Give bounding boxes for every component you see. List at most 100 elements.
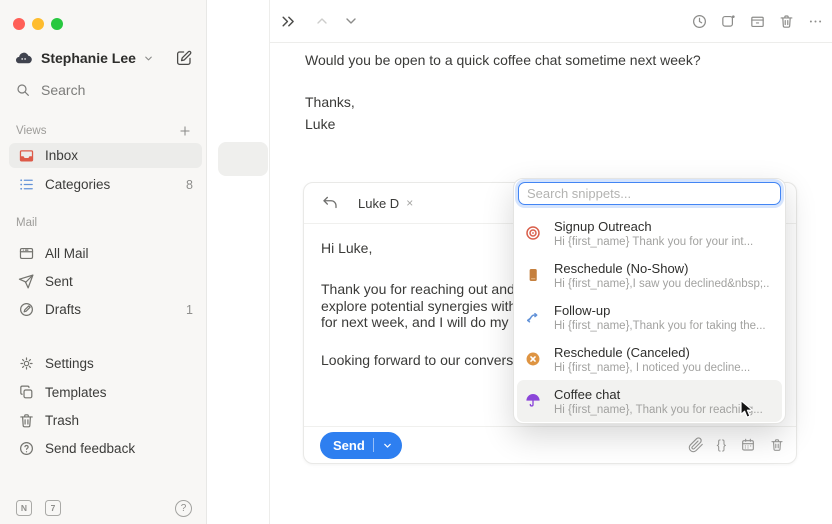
sidebar-item-label: All Mail bbox=[45, 246, 89, 261]
email-body-line: Thanks, bbox=[305, 94, 701, 110]
close-window-button[interactable] bbox=[13, 18, 25, 30]
sidebar-item-drafts[interactable]: Drafts 1 bbox=[9, 297, 202, 322]
snippet-subtitle: Hi {first_name} Thank you for your int..… bbox=[554, 236, 753, 248]
categories-icon bbox=[18, 176, 35, 193]
zoom-window-button[interactable] bbox=[51, 18, 63, 30]
notebook-icon bbox=[524, 266, 542, 284]
archive-icon[interactable] bbox=[749, 13, 766, 30]
search-button[interactable]: Search bbox=[15, 82, 85, 98]
target-icon bbox=[524, 224, 542, 242]
sidebar-item-label: Settings bbox=[45, 356, 94, 371]
snippet-title: Coffee chat bbox=[554, 387, 763, 402]
compose-icon[interactable] bbox=[175, 49, 193, 67]
add-view-plus-icon[interactable] bbox=[178, 124, 192, 138]
calendar-icon[interactable] bbox=[740, 437, 756, 453]
sidebar-item-label: Sent bbox=[45, 274, 73, 289]
snippet-subtitle: Hi {first_name},I saw you declined&nbsp;… bbox=[554, 278, 769, 290]
minimize-window-button[interactable] bbox=[32, 18, 44, 30]
views-section-header: Views bbox=[16, 124, 192, 138]
sidebar-item-label: Send feedback bbox=[45, 441, 135, 456]
swap-arrows-icon bbox=[524, 308, 542, 326]
sidebar: Stephanie Lee Search Views Inbox bbox=[0, 0, 207, 524]
categories-count: 8 bbox=[186, 178, 193, 192]
help-circle-icon[interactable]: ? bbox=[175, 500, 192, 517]
mail-section-header: Mail bbox=[16, 217, 192, 229]
composer-footer-icons: {} bbox=[688, 437, 785, 453]
recipient-name: Luke D bbox=[358, 196, 399, 211]
inbox-icon bbox=[18, 147, 35, 164]
snippet-title: Reschedule (No-Show) bbox=[554, 261, 769, 276]
snippet-item-reschedule-no-show[interactable]: Reschedule (No-Show) Hi {first_name},I s… bbox=[514, 254, 785, 296]
snippet-title: Follow-up bbox=[554, 303, 766, 318]
email-body-line: Would you be open to a quick coffee chat… bbox=[305, 52, 701, 68]
snippet-item-signup-outreach[interactable]: Signup Outreach Hi {first_name} Thank yo… bbox=[514, 212, 785, 254]
snooze-clock-icon[interactable] bbox=[691, 13, 708, 30]
calendar-badge-icon[interactable]: 7 bbox=[45, 500, 61, 516]
draft-pencil-icon bbox=[18, 301, 35, 318]
toolbar-left bbox=[280, 0, 359, 42]
sidebar-item-all-mail[interactable]: All Mail bbox=[9, 241, 202, 266]
next-email-icon[interactable] bbox=[343, 13, 359, 29]
templates-icon bbox=[18, 384, 35, 401]
reading-pane: Would you be open to a quick coffee chat… bbox=[270, 0, 832, 524]
snippet-item-reschedule-canceled[interactable]: Reschedule (Canceled) Hi {first_name}, I… bbox=[514, 338, 785, 380]
app-window: Stephanie Lee Search Views Inbox bbox=[0, 0, 832, 524]
snippet-title: Reschedule (Canceled) bbox=[554, 345, 750, 360]
account-switcher[interactable]: Stephanie Lee bbox=[14, 47, 193, 69]
main-toolbar bbox=[270, 0, 832, 43]
variables-braces-icon[interactable]: {} bbox=[717, 438, 727, 452]
sidebar-item-inbox[interactable]: Inbox bbox=[9, 143, 202, 168]
snippet-search-input[interactable] bbox=[518, 182, 781, 205]
paperclip-icon[interactable] bbox=[688, 437, 704, 453]
snippet-item-follow-up[interactable]: Follow-up Hi {first_name},Thank you for … bbox=[514, 296, 785, 338]
composer-footer: Send {} bbox=[304, 426, 796, 463]
recipient-chip[interactable]: Luke D × bbox=[358, 196, 413, 211]
notion-badge-icon[interactable]: N bbox=[16, 500, 32, 516]
drafts-count: 1 bbox=[186, 303, 193, 317]
sidebar-item-label: Templates bbox=[45, 385, 107, 400]
paper-plane-icon bbox=[18, 273, 35, 290]
views-section-title: Views bbox=[16, 125, 46, 137]
email-body-line: Luke bbox=[305, 116, 701, 132]
sidebar-item-label: Drafts bbox=[45, 302, 81, 317]
snippet-item-coffee-chat[interactable]: Coffee chat Hi {first_name}, Thank you f… bbox=[517, 380, 782, 422]
snippets-popup: Signup Outreach Hi {first_name} Thank yo… bbox=[513, 178, 786, 424]
remove-recipient-icon[interactable]: × bbox=[406, 196, 413, 210]
send-button[interactable]: Send bbox=[320, 432, 402, 459]
snippet-subtitle: Hi {first_name},Thank you for taking the… bbox=[554, 320, 766, 332]
send-label: Send bbox=[333, 438, 365, 453]
avatar bbox=[14, 49, 33, 68]
cancel-circle-icon bbox=[524, 350, 542, 368]
mail-section-title: Mail bbox=[16, 217, 37, 229]
toolbar-right bbox=[691, 0, 824, 42]
help-circle-icon bbox=[18, 440, 35, 457]
list-item-placeholder[interactable] bbox=[218, 142, 268, 176]
user-name: Stephanie Lee bbox=[41, 50, 136, 66]
send-split-divider bbox=[373, 438, 374, 452]
sidebar-item-label: Inbox bbox=[45, 148, 78, 163]
snippet-list: Signup Outreach Hi {first_name} Thank yo… bbox=[514, 212, 785, 422]
chevron-down-icon bbox=[143, 53, 154, 64]
sidebar-item-send-feedback[interactable]: Send feedback bbox=[9, 436, 202, 461]
open-new-icon[interactable] bbox=[720, 13, 737, 30]
collapse-sidebar-icon[interactable] bbox=[280, 13, 297, 30]
sidebar-item-settings[interactable]: Settings bbox=[9, 351, 202, 376]
sidebar-item-trash[interactable]: Trash bbox=[9, 408, 202, 433]
delete-draft-icon[interactable] bbox=[769, 437, 785, 453]
sidebar-item-categories[interactable]: Categories 8 bbox=[9, 172, 202, 197]
sidebar-bottom-bar: N 7 ? bbox=[16, 499, 192, 517]
sidebar-item-sent[interactable]: Sent bbox=[9, 269, 202, 294]
snippet-subtitle: Hi {first_name}, Thank you for reaching.… bbox=[554, 404, 763, 416]
search-label: Search bbox=[41, 82, 85, 98]
snippet-subtitle: Hi {first_name}, I noticed you decline..… bbox=[554, 362, 750, 374]
gear-icon bbox=[18, 355, 35, 372]
umbrella-icon bbox=[524, 392, 542, 410]
trash-icon bbox=[18, 412, 35, 429]
trash-icon[interactable] bbox=[778, 13, 795, 30]
previous-email-icon[interactable] bbox=[314, 13, 330, 29]
sidebar-item-templates[interactable]: Templates bbox=[9, 380, 202, 405]
sidebar-item-label: Categories bbox=[45, 177, 110, 192]
send-options-chevron-icon[interactable] bbox=[382, 440, 393, 451]
more-options-icon[interactable] bbox=[807, 13, 824, 30]
mail-tray-icon bbox=[18, 245, 35, 262]
